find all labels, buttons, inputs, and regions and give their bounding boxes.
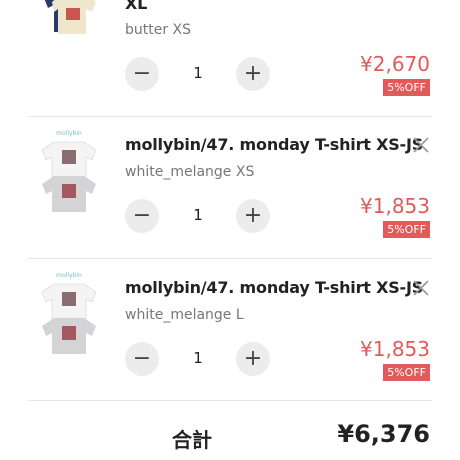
product-title[interactable]: XL <box>125 0 147 13</box>
total-label: 合計 <box>172 428 212 452</box>
total-value: ¥6,376 <box>337 420 430 448</box>
product-title[interactable]: mollybin/47. monday T-shirt XS-JS <box>125 135 423 154</box>
increase-quantity-button[interactable]: + <box>236 57 270 91</box>
product-variant: butter XS <box>125 22 192 38</box>
close-icon[interactable] <box>412 279 430 297</box>
product-variant: white_melange L <box>125 307 244 323</box>
quantity-value: 1 <box>193 349 203 367</box>
svg-text:mollybin: mollybin <box>56 272 82 279</box>
quantity-value: 1 <box>193 206 203 224</box>
product-title[interactable]: mollybin/47. monday T-shirt XS-JS <box>125 278 423 297</box>
divider <box>28 400 432 401</box>
divider <box>28 258 432 259</box>
product-variant: white_melange XS <box>125 164 255 180</box>
plus-icon: + <box>243 61 263 86</box>
svg-text:mollybin: mollybin <box>56 130 82 137</box>
discount-badge: 5%OFF <box>383 364 430 381</box>
product-thumbnail[interactable] <box>38 0 100 34</box>
plus-icon: + <box>243 203 263 228</box>
divider <box>28 116 432 117</box>
discount-badge: 5%OFF <box>383 79 430 96</box>
discount-badge: 5%OFF <box>383 221 430 238</box>
minus-icon: − <box>132 61 152 86</box>
increase-quantity-button[interactable]: + <box>236 199 270 233</box>
item-price: ¥2,670 <box>360 52 430 76</box>
increase-quantity-button[interactable]: + <box>236 342 270 376</box>
quantity-value: 1 <box>193 64 203 82</box>
item-price: ¥1,853 <box>360 194 430 218</box>
product-thumbnail[interactable]: mollybin <box>38 270 100 354</box>
minus-icon: − <box>132 203 152 228</box>
decrease-quantity-button[interactable]: − <box>125 57 159 91</box>
decrease-quantity-button[interactable]: − <box>125 199 159 233</box>
product-thumbnail[interactable]: mollybin <box>38 128 100 212</box>
decrease-quantity-button[interactable]: − <box>125 342 159 376</box>
item-price: ¥1,853 <box>360 337 430 361</box>
close-icon[interactable] <box>412 136 430 154</box>
plus-icon: + <box>243 346 263 371</box>
minus-icon: − <box>132 346 152 371</box>
